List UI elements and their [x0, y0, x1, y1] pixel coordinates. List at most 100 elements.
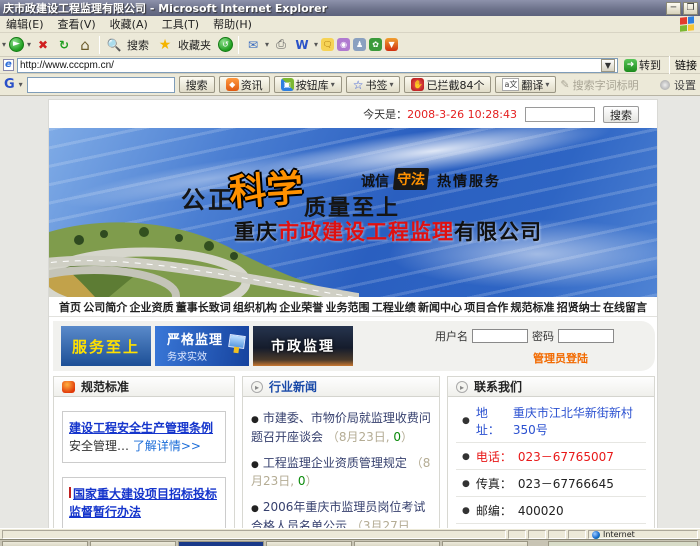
history-icon[interactable]: ↺ [218, 37, 233, 52]
search-icon[interactable]: 🔍 [105, 36, 123, 54]
news-column: ▸ 行业新闻 ●市建委、市物价局就监理收费问题召开座谈会 （8月23日, 0） … [242, 376, 440, 528]
menu-edit[interactable]: 编辑(E) [6, 16, 44, 32]
bookmarks-button[interactable]: ☆ 书签 ▾ [346, 76, 401, 93]
menu-tools[interactable]: 工具(T) [162, 16, 199, 32]
slogan-gongzheng: 公正 [181, 180, 235, 215]
mail-icon[interactable]: ✉ [244, 36, 262, 54]
google-news-button[interactable]: ◆ 资讯 [219, 76, 270, 93]
menu-view[interactable]: 查看(V) [58, 16, 96, 32]
print-icon[interactable]: ⎙ [272, 36, 290, 54]
translate-icon: a文 [502, 78, 519, 91]
nav-projects[interactable]: 工程业绩 [372, 299, 416, 315]
taskbar-button[interactable] [266, 541, 352, 546]
nav-recruitment[interactable]: 招贤纳士 [557, 299, 601, 315]
address-input[interactable] [20, 59, 598, 71]
nav-cooperation[interactable]: 项目合作 [464, 299, 508, 315]
back-button-partial-icon[interactable]: ▾ [2, 40, 6, 49]
nav-chairman[interactable]: 董事长致词 [176, 299, 231, 315]
edit-word-icon[interactable]: W [293, 36, 311, 54]
google-news-label: 资讯 [241, 77, 263, 93]
forward-dropdown-icon[interactable]: ▾ [27, 40, 31, 49]
contact-value: 400020 [518, 504, 564, 518]
taskbar-button-active[interactable] [178, 541, 264, 546]
restore-button[interactable]: ❐ [683, 2, 698, 15]
taskbar-button[interactable] [90, 541, 176, 546]
taskbar-button[interactable] [2, 541, 88, 546]
bullet-icon: ● [462, 416, 470, 426]
plugin-icon[interactable]: ✿ [369, 38, 382, 51]
google-logo-dropdown-icon[interactable]: ▾ [19, 80, 23, 89]
plugin-icon[interactable]: ◉ [337, 38, 350, 51]
popup-blocker-button[interactable]: ✋ 已拦截84个 [404, 76, 491, 93]
stop-icon[interactable]: ✖ [34, 36, 52, 54]
status-pane [508, 530, 526, 539]
messenger-icon[interactable]: 🗨 [321, 38, 334, 51]
slogan-chengxin: 诚信 [361, 171, 389, 191]
toolbar-divider [99, 36, 100, 54]
edit-dropdown-icon[interactable]: ▾ [314, 40, 318, 49]
nav-business-scope[interactable]: 业务范围 [326, 299, 370, 315]
taskbar-button[interactable] [442, 541, 528, 546]
search-label[interactable]: 搜索 [127, 37, 149, 53]
taskbar-button[interactable] [354, 541, 440, 546]
minimize-button[interactable]: ─ [666, 2, 681, 15]
nav-guestbook[interactable]: 在线留言 [603, 299, 647, 315]
nav-qualification[interactable]: 企业资质 [130, 299, 174, 315]
standards-card-title-link[interactable]: 国家重大建设项目招标投标监督暂行办法 [69, 487, 217, 519]
read-more-link[interactable]: 了解详情>> [133, 439, 201, 453]
favorites-star-icon[interactable]: ★ [156, 36, 174, 54]
google-logo[interactable]: G [4, 77, 15, 92]
bullet-icon: ● [462, 506, 470, 516]
news-item[interactable]: ●工程监理企业资质管理规定 （8月23日, 0） [251, 454, 431, 492]
bullet-icon: ● [462, 479, 470, 489]
nav-honors[interactable]: 企业荣誉 [279, 299, 323, 315]
links-label[interactable]: 链接 [675, 57, 697, 73]
contact-zip-row: ● 邮编： 400020 [456, 497, 646, 524]
bookmark-star-icon: ☆ [353, 78, 364, 92]
plugin-icon[interactable]: ♟ [353, 38, 366, 51]
gbar-settings[interactable]: 设置 [660, 77, 696, 93]
google-search-button[interactable]: 搜索 [179, 76, 215, 93]
highlight-pen-icon: ✎ [560, 78, 569, 91]
password-input[interactable] [558, 329, 614, 343]
bullet-icon: ● [251, 460, 259, 470]
main-nav: 首页 公司简介 企业资质 董事长致词 组织机构 企业荣誉 业务范围 工程业绩 新… [49, 297, 657, 317]
service-banner-1-text: 服务至上 [72, 336, 140, 357]
nav-news-center[interactable]: 新闻中心 [418, 299, 462, 315]
nav-standards[interactable]: 规范标准 [511, 299, 555, 315]
forward-icon[interactable]: ► [9, 37, 24, 52]
computer-icon [228, 334, 246, 349]
mail-dropdown-icon[interactable]: ▾ [265, 40, 269, 49]
news-item[interactable]: ●市建委、市物价局就监理收费问题召开座谈会 （8月23日, 0） [251, 409, 431, 447]
menu-help[interactable]: 帮助(H) [213, 16, 252, 32]
nav-about[interactable]: 公司简介 [83, 299, 127, 315]
go-button[interactable]: ➜ 转到 [621, 57, 664, 73]
translate-button[interactable]: a文 翻译 ▾ [495, 76, 556, 93]
refresh-icon[interactable]: ↻ [55, 36, 73, 54]
button-gallery-dropdown-icon: ▾ [331, 80, 335, 89]
news-item[interactable]: ●2006年重庆市监理员岗位考试合格人员名单公示 （3月27日, 0） [251, 498, 431, 528]
flame-icon [62, 381, 75, 393]
standards-card-title-link[interactable]: 建设工程安全生产管理条例 [69, 421, 213, 435]
flashget-icon[interactable]: ▼ [385, 38, 398, 51]
contact-label: 邮编： [476, 502, 512, 519]
nav-home[interactable]: 首页 [59, 299, 81, 315]
contact-list: ● 地址：重庆市江北华新街新村350号 ● 电话：023－67765007 ● … [448, 397, 654, 528]
favorites-label[interactable]: 收藏夹 [178, 37, 211, 53]
highlight-button[interactable]: ✎ 搜索字词标明 [560, 77, 638, 93]
security-zone-pane: Internet [588, 530, 698, 539]
status-message-pane [2, 530, 506, 539]
button-gallery-button[interactable]: ▣ 按钮库 ▾ [274, 76, 342, 93]
admin-login-link[interactable]: 管理员登陆 [533, 350, 614, 366]
site-search-button[interactable]: 搜索 [603, 106, 639, 123]
news-list: ●市建委、市物价局就监理收费问题召开座谈会 （8月23日, 0） ●工程监理企业… [243, 397, 439, 528]
nav-organization[interactable]: 组织机构 [233, 299, 277, 315]
status-bar: Internet [0, 528, 700, 539]
username-input[interactable] [472, 329, 528, 343]
content-columns: 规范标准 建设工程安全生产管理条例 安全管理… 了解详情>> 国家重大建设项目招… [49, 371, 657, 528]
google-search-input[interactable] [27, 77, 175, 93]
home-icon[interactable]: ⌂ [76, 36, 94, 54]
address-dropdown-icon[interactable]: ▼ [601, 59, 615, 72]
site-search-input[interactable] [525, 107, 595, 122]
menu-favorites[interactable]: 收藏(A) [110, 16, 148, 32]
